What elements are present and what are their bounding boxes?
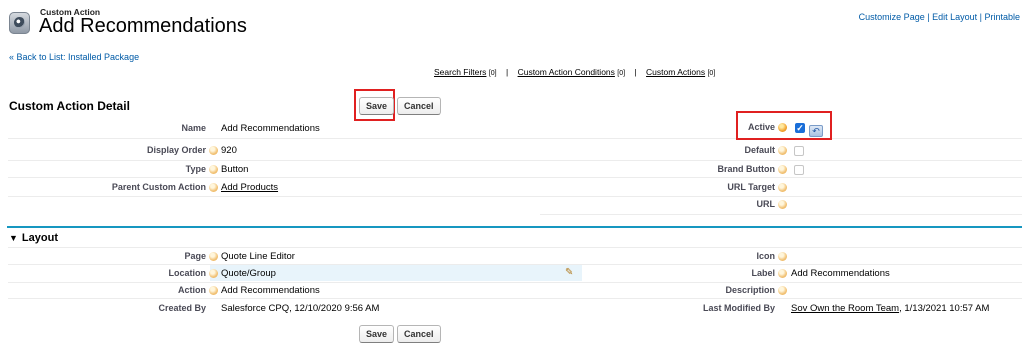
last-modified-by-value: Sov Own the Room Team, 1/13/2021 10:57 A… <box>791 303 990 314</box>
undo-icon[interactable]: ↶ <box>809 125 823 137</box>
help-icon[interactable] <box>778 286 787 295</box>
layout-section-header[interactable]: ▼ Layout <box>9 232 58 244</box>
row-divider <box>8 177 1022 178</box>
action-label: Action <box>178 285 206 295</box>
help-icon[interactable] <box>778 123 787 132</box>
label-label: Label <box>751 268 775 278</box>
created-by-value: Salesforce CPQ, 12/10/2020 9:56 AM <box>221 303 380 314</box>
custom-action-conditions-count: [0] <box>617 70 626 77</box>
type-value: Button <box>221 164 249 175</box>
last-modified-by-label: Last Modified By <box>702 303 775 313</box>
help-icon[interactable] <box>209 252 218 261</box>
printable-view-link[interactable]: Printable <box>984 12 1020 22</box>
cancel-button-bottom[interactable]: Cancel <box>397 325 441 343</box>
custom-actions-count: [0] <box>707 70 716 77</box>
default-checkbox[interactable] <box>794 146 804 156</box>
name-value: Add Recommendations <box>221 123 320 134</box>
row-divider <box>8 160 1022 161</box>
action-value: Add Recommendations <box>221 285 320 296</box>
row-divider <box>8 138 1022 139</box>
parent-custom-action-label: Parent Custom Action <box>111 182 206 192</box>
location-label: Location <box>168 268 207 278</box>
help-icon[interactable] <box>209 183 218 192</box>
icon-label: Icon <box>756 251 775 261</box>
row-divider <box>8 298 1022 299</box>
save-button-top[interactable]: Save <box>359 97 395 115</box>
page-label: Page <box>184 251 206 261</box>
description-label: Description <box>725 285 775 295</box>
row-divider <box>540 214 1022 215</box>
detail-section-title: Custom Action Detail <box>9 99 130 113</box>
pencil-edit-icon[interactable]: ✎ <box>565 267 573 278</box>
related-list-links: Search Filters [0] | Custom Action Condi… <box>434 67 715 77</box>
last-modified-by-user-link[interactable]: Sov Own the Room Team <box>791 303 899 314</box>
label-value: Add Recommendations <box>791 268 890 279</box>
search-filters-link[interactable]: Search Filters <box>434 67 486 77</box>
brand-button-label: Brand Button <box>717 164 776 174</box>
display-order-label: Display Order <box>146 145 206 155</box>
page-value: Quote Line Editor <box>221 251 295 262</box>
help-icon[interactable] <box>778 183 787 192</box>
save-button-bottom[interactable]: Save <box>359 325 395 343</box>
row-divider <box>8 282 1022 283</box>
help-icon[interactable] <box>778 252 787 261</box>
help-icon[interactable] <box>209 146 218 155</box>
custom-action-conditions-link[interactable]: Custom Action Conditions <box>518 67 615 77</box>
url-target-label: URL Target <box>727 182 775 192</box>
help-icon[interactable] <box>209 269 218 278</box>
link-separator: | <box>505 67 509 77</box>
row-divider <box>8 247 1022 248</box>
link-separator: | <box>634 67 637 77</box>
help-icon[interactable] <box>778 269 787 278</box>
page-title: Add Recommendations <box>39 15 247 37</box>
help-icon[interactable] <box>209 286 218 295</box>
row-divider <box>8 196 1022 197</box>
section-divider <box>7 226 1022 228</box>
default-label: Default <box>744 145 775 155</box>
collapse-triangle-icon[interactable]: ▼ <box>9 233 18 243</box>
help-icon[interactable] <box>209 165 218 174</box>
type-label: Type <box>185 164 206 174</box>
location-value: Quote/Group <box>221 268 276 279</box>
cancel-button-top[interactable]: Cancel <box>397 97 441 115</box>
search-filters-count: [0] <box>488 70 497 77</box>
custom-actions-link[interactable]: Custom Actions <box>646 67 705 77</box>
customize-page-link[interactable]: Customize Page <box>859 12 925 22</box>
active-label: Active <box>747 122 775 132</box>
parent-custom-action-link[interactable]: Add Products <box>221 182 278 193</box>
url-label: URL <box>756 199 776 209</box>
parent-custom-action-value: Add Products <box>221 182 278 193</box>
header-links: Customize Page | Edit Layout | Printable <box>859 12 1020 22</box>
active-checkbox[interactable]: ✓ <box>795 123 805 133</box>
brand-button-checkbox[interactable] <box>794 165 804 175</box>
help-icon[interactable] <box>778 200 787 209</box>
display-order-value: 920 <box>221 145 237 156</box>
back-to-list-link[interactable]: « Back to List: Installed Package <box>9 52 139 62</box>
edit-layout-link[interactable]: Edit Layout <box>932 12 977 22</box>
name-label: Name <box>181 123 206 133</box>
created-by-label: Created By <box>158 303 206 313</box>
help-icon[interactable] <box>778 146 787 155</box>
help-icon[interactable] <box>778 165 787 174</box>
custom-action-object-icon <box>9 12 30 34</box>
